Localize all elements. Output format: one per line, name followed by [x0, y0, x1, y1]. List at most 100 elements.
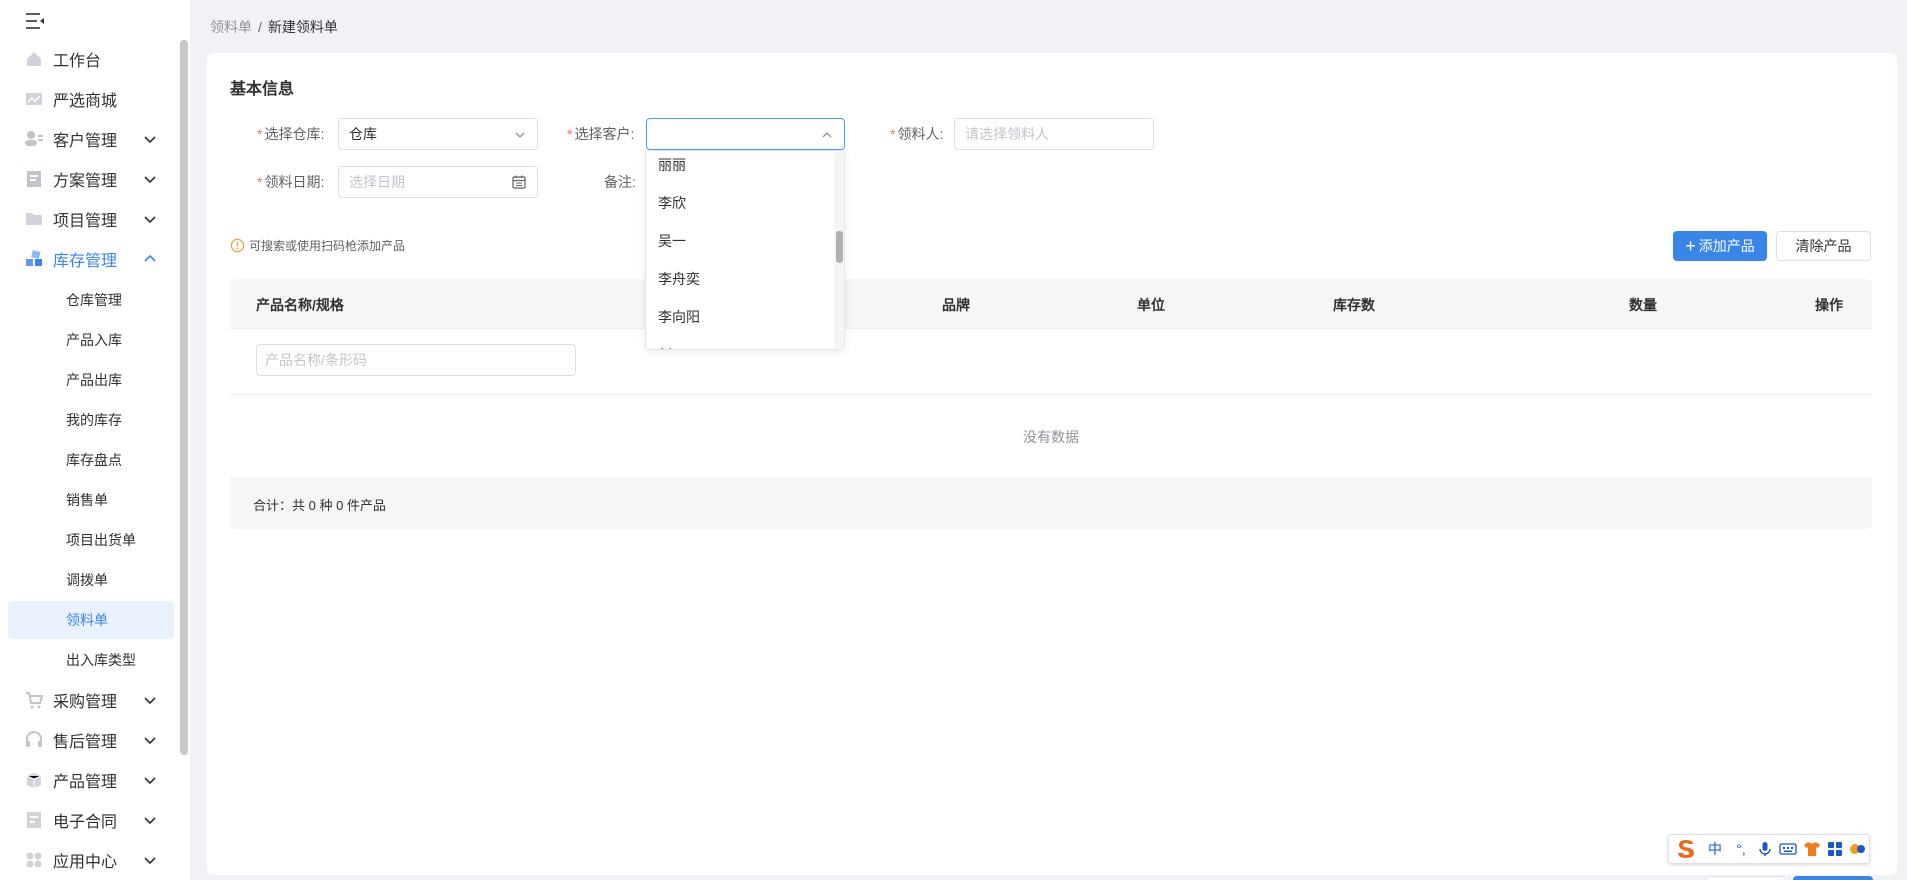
menu-item-customer[interactable]: 客户管理: [0, 119, 175, 159]
dropdown-option[interactable]: 李舟奕: [658, 269, 700, 289]
menu-item-app-center[interactable]: 应用中心: [0, 840, 175, 880]
breadcrumb-parent[interactable]: 领料单: [210, 19, 252, 35]
microphone-icon[interactable]: [1757, 841, 1773, 857]
cart-icon: [26, 692, 44, 709]
dropdown-option[interactable]: 李向阳: [658, 307, 700, 327]
menu-label: 方案管理: [53, 173, 118, 190]
submenu-my-stock[interactable]: 我的库存: [8, 401, 174, 439]
grid-icon[interactable]: [1827, 841, 1843, 857]
add-product-button[interactable]: + 添加产品: [1673, 231, 1767, 261]
chevron-down-icon: [144, 777, 156, 785]
submenu-io-type[interactable]: 出入库类型: [8, 641, 174, 679]
submenu-requisition[interactable]: 领料单: [8, 601, 174, 639]
warehouse-label: * 选择仓库:: [257, 126, 325, 142]
menu-item-inventory[interactable]: 库存管理: [0, 239, 175, 279]
col-product-name: 产品名称/规格: [256, 297, 344, 313]
menu-item-product[interactable]: 产品管理: [0, 760, 175, 800]
submenu-warehouse[interactable]: 仓库管理: [8, 281, 174, 319]
submenu-project-shipment[interactable]: 项目出货单: [8, 521, 174, 559]
menu-label: 应用中心: [53, 854, 118, 871]
ime-toolbar: 中 °,: [1668, 834, 1870, 864]
submenu-stocktake[interactable]: 库存盘点: [8, 441, 174, 479]
chevron-down-icon: [144, 216, 156, 224]
clear-product-button[interactable]: 清除产品: [1776, 231, 1871, 261]
inventory-icon: [26, 250, 42, 266]
col-brand: 品牌: [942, 297, 970, 313]
menu-label: 库存管理: [53, 253, 118, 270]
warehouse-select[interactable]: 仓库: [338, 118, 538, 150]
chevron-up-icon: [822, 132, 832, 138]
submenu-stock-in[interactable]: 产品入库: [8, 321, 174, 359]
warning-icon: [230, 238, 245, 253]
menu-item-purchase[interactable]: 采购管理: [0, 680, 175, 720]
submenu-stock-out[interactable]: 产品出库: [8, 361, 174, 399]
date-placeholder: 选择日期: [349, 174, 405, 190]
col-actions: 操作: [1815, 297, 1843, 313]
customer-label: * 选择客户:: [567, 126, 635, 142]
dropdown-option[interactable]: 刘: [658, 345, 672, 349]
chevron-down-icon: [144, 136, 156, 144]
col-stock: 库存数: [1333, 297, 1375, 313]
menu-collapse-icon[interactable]: [24, 10, 46, 32]
picker-placeholder: 请选择领料人: [965, 126, 1049, 142]
menu-item-project[interactable]: 项目管理: [0, 199, 175, 239]
warehouse-value: 仓库: [349, 126, 377, 142]
calendar-icon[interactable]: [511, 174, 527, 190]
menu-label: 严选商城: [53, 93, 118, 110]
chevron-down-icon: [144, 817, 156, 825]
date-picker[interactable]: 选择日期: [338, 166, 538, 198]
menu-label: 售后管理: [53, 734, 118, 751]
plan-icon: [27, 171, 41, 187]
menu-item-after-sales[interactable]: 售后管理: [0, 720, 175, 760]
skin-icon[interactable]: [1849, 841, 1867, 857]
customer-select[interactable]: [646, 118, 845, 150]
menu-item-plan[interactable]: 方案管理: [0, 159, 175, 199]
picker-label: * 领料人:: [890, 126, 944, 142]
product-table: 产品名称/规格 品牌 单位 库存数 数量 操作 没有数据 合计：共 0 种 0 …: [230, 279, 1872, 529]
breadcrumb-separator: /: [258, 19, 262, 35]
mall-icon: [26, 93, 42, 105]
sogou-logo-icon[interactable]: [1673, 836, 1699, 862]
submenu-transfer[interactable]: 调拨单: [8, 561, 174, 599]
date-label: * 领料日期:: [257, 174, 325, 190]
empty-row: 没有数据: [230, 395, 1872, 479]
box-icon: [26, 773, 42, 788]
breadcrumb: 领料单 / 新建领料单: [210, 17, 338, 37]
contract-icon: [27, 812, 41, 828]
plus-icon: +: [1685, 236, 1696, 256]
apps-icon: [26, 852, 42, 868]
confirm-button[interactable]: 确 定: [1793, 876, 1873, 880]
cancel-button[interactable]: 取 消: [1705, 876, 1785, 880]
summary-row: 合计：共 0 种 0 件产品: [230, 479, 1872, 529]
menu-label: 产品管理: [53, 774, 118, 791]
chevron-down-icon: [515, 132, 525, 138]
folder-icon: [26, 213, 42, 225]
menu-item-contract[interactable]: 电子合同: [0, 800, 175, 840]
chevron-up-icon: [144, 254, 156, 262]
shirt-icon[interactable]: [1803, 841, 1821, 857]
chevron-down-icon: [144, 737, 156, 745]
main-card: 基本信息 * 选择仓库: 仓库 * 选择客户: * 领料人: 请选择领料人 * 领料日期…: [207, 53, 1897, 880]
home-icon: [27, 52, 41, 66]
headset-icon: [26, 731, 42, 747]
dropdown-scroll-thumb[interactable]: [836, 231, 843, 263]
picker-select[interactable]: 请选择领料人: [954, 118, 1154, 150]
dropdown-option[interactable]: 丽丽: [658, 155, 686, 175]
menu-label: 工作台: [53, 53, 102, 70]
ime-punctuation[interactable]: °,: [1731, 839, 1751, 859]
menu-item-mall[interactable]: 严选商城: [0, 79, 175, 119]
dropdown-option[interactable]: 李欣: [658, 193, 686, 213]
submenu-sales-order[interactable]: 销售单: [8, 481, 174, 519]
dropdown-scrollbar[interactable]: [834, 151, 844, 349]
customer-dropdown: 丽丽 李欣 吴一 李舟奕 李向阳 刘: [645, 150, 845, 350]
ime-chinese-mode[interactable]: 中: [1705, 839, 1725, 859]
sidebar-scrollbar[interactable]: [180, 40, 188, 755]
menu-item-workbench[interactable]: 工作台: [0, 39, 175, 79]
dropdown-option[interactable]: 吴一: [658, 231, 686, 251]
col-quantity: 数量: [1629, 297, 1657, 313]
keyboard-icon[interactable]: [1779, 841, 1797, 857]
menu-label: 电子合同: [53, 814, 118, 831]
product-search-input[interactable]: [256, 344, 576, 376]
chevron-down-icon: [144, 857, 156, 865]
menu-label: 采购管理: [53, 694, 118, 711]
